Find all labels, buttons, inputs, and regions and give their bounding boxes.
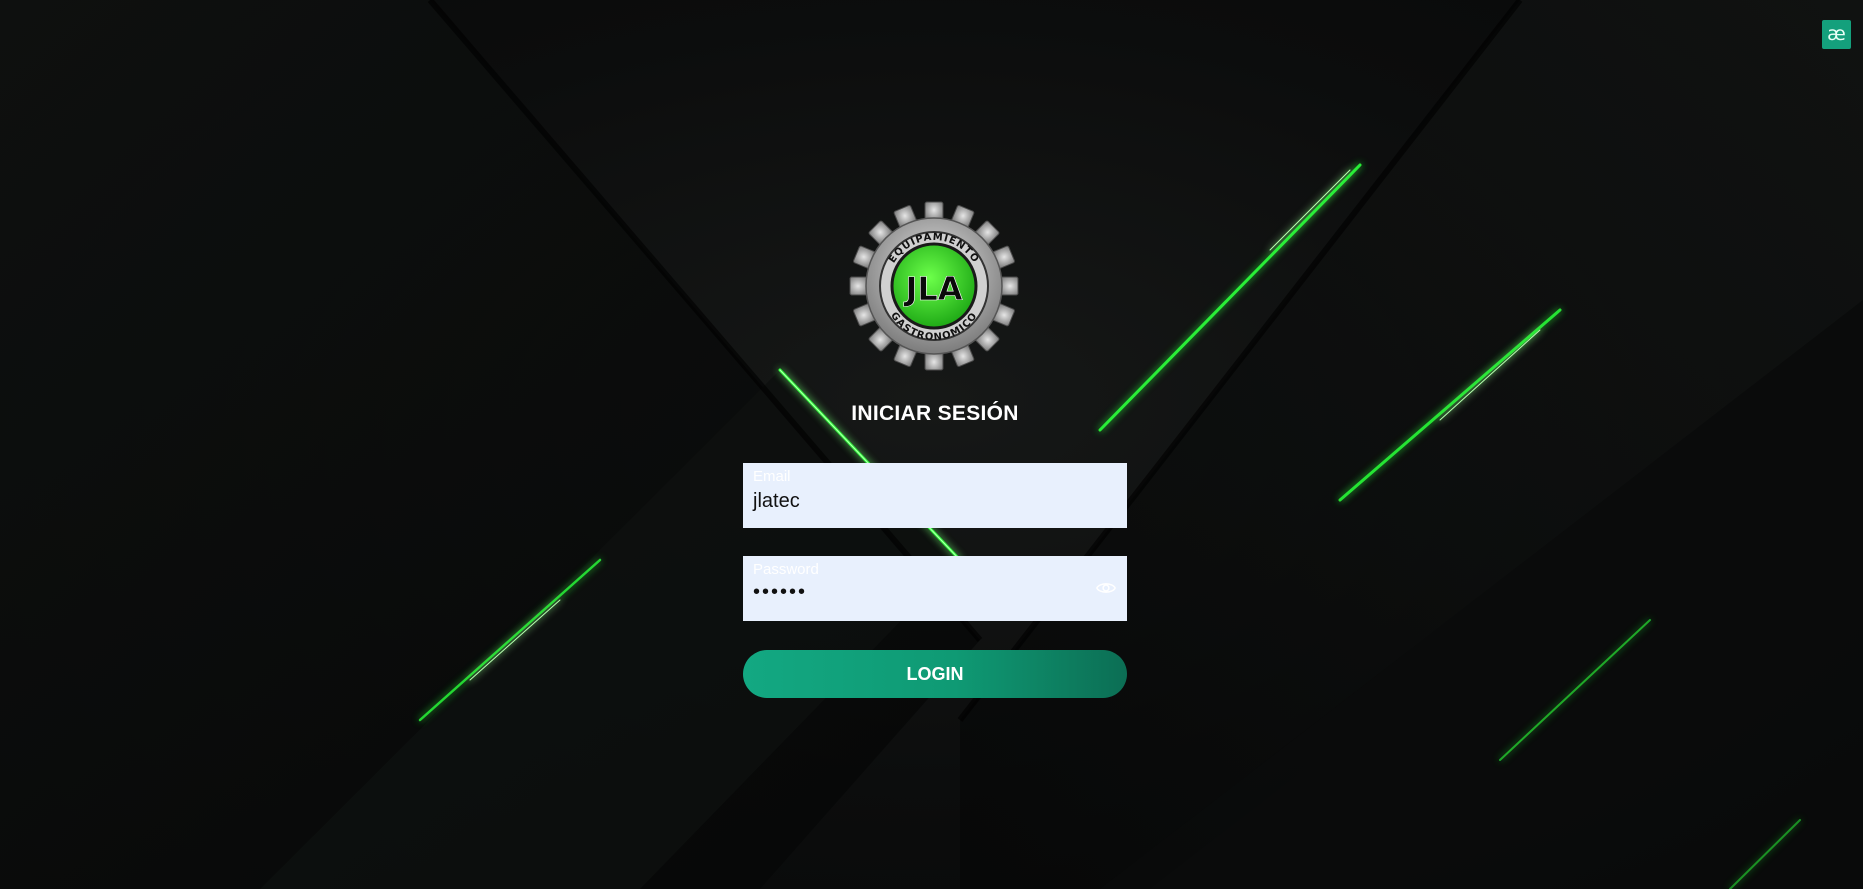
password-field[interactable]: Password •••••• — [743, 556, 1127, 621]
jla-gear-logo-icon: EQUIPAMIENTO GASTRONOMICO JLA — [849, 201, 1019, 371]
email-label: Email — [753, 468, 791, 485]
password-input[interactable]: •••••• — [753, 581, 807, 604]
corner-badge[interactable]: æ — [1822, 20, 1851, 49]
email-field[interactable]: Email jlatec — [743, 463, 1127, 528]
page-title: INICIAR SESIÓN — [851, 402, 1019, 425]
eye-icon[interactable] — [1095, 577, 1117, 599]
background-art — [0, 0, 1863, 889]
email-input[interactable]: jlatec — [753, 490, 800, 513]
login-page: æ EQUIPAMIENTO GASTRONOMICO JLA INICIAR … — [0, 0, 1863, 889]
login-button[interactable]: LOGIN — [743, 650, 1127, 698]
svg-text:JLA: JLA — [903, 270, 962, 308]
password-label: Password — [753, 561, 819, 578]
